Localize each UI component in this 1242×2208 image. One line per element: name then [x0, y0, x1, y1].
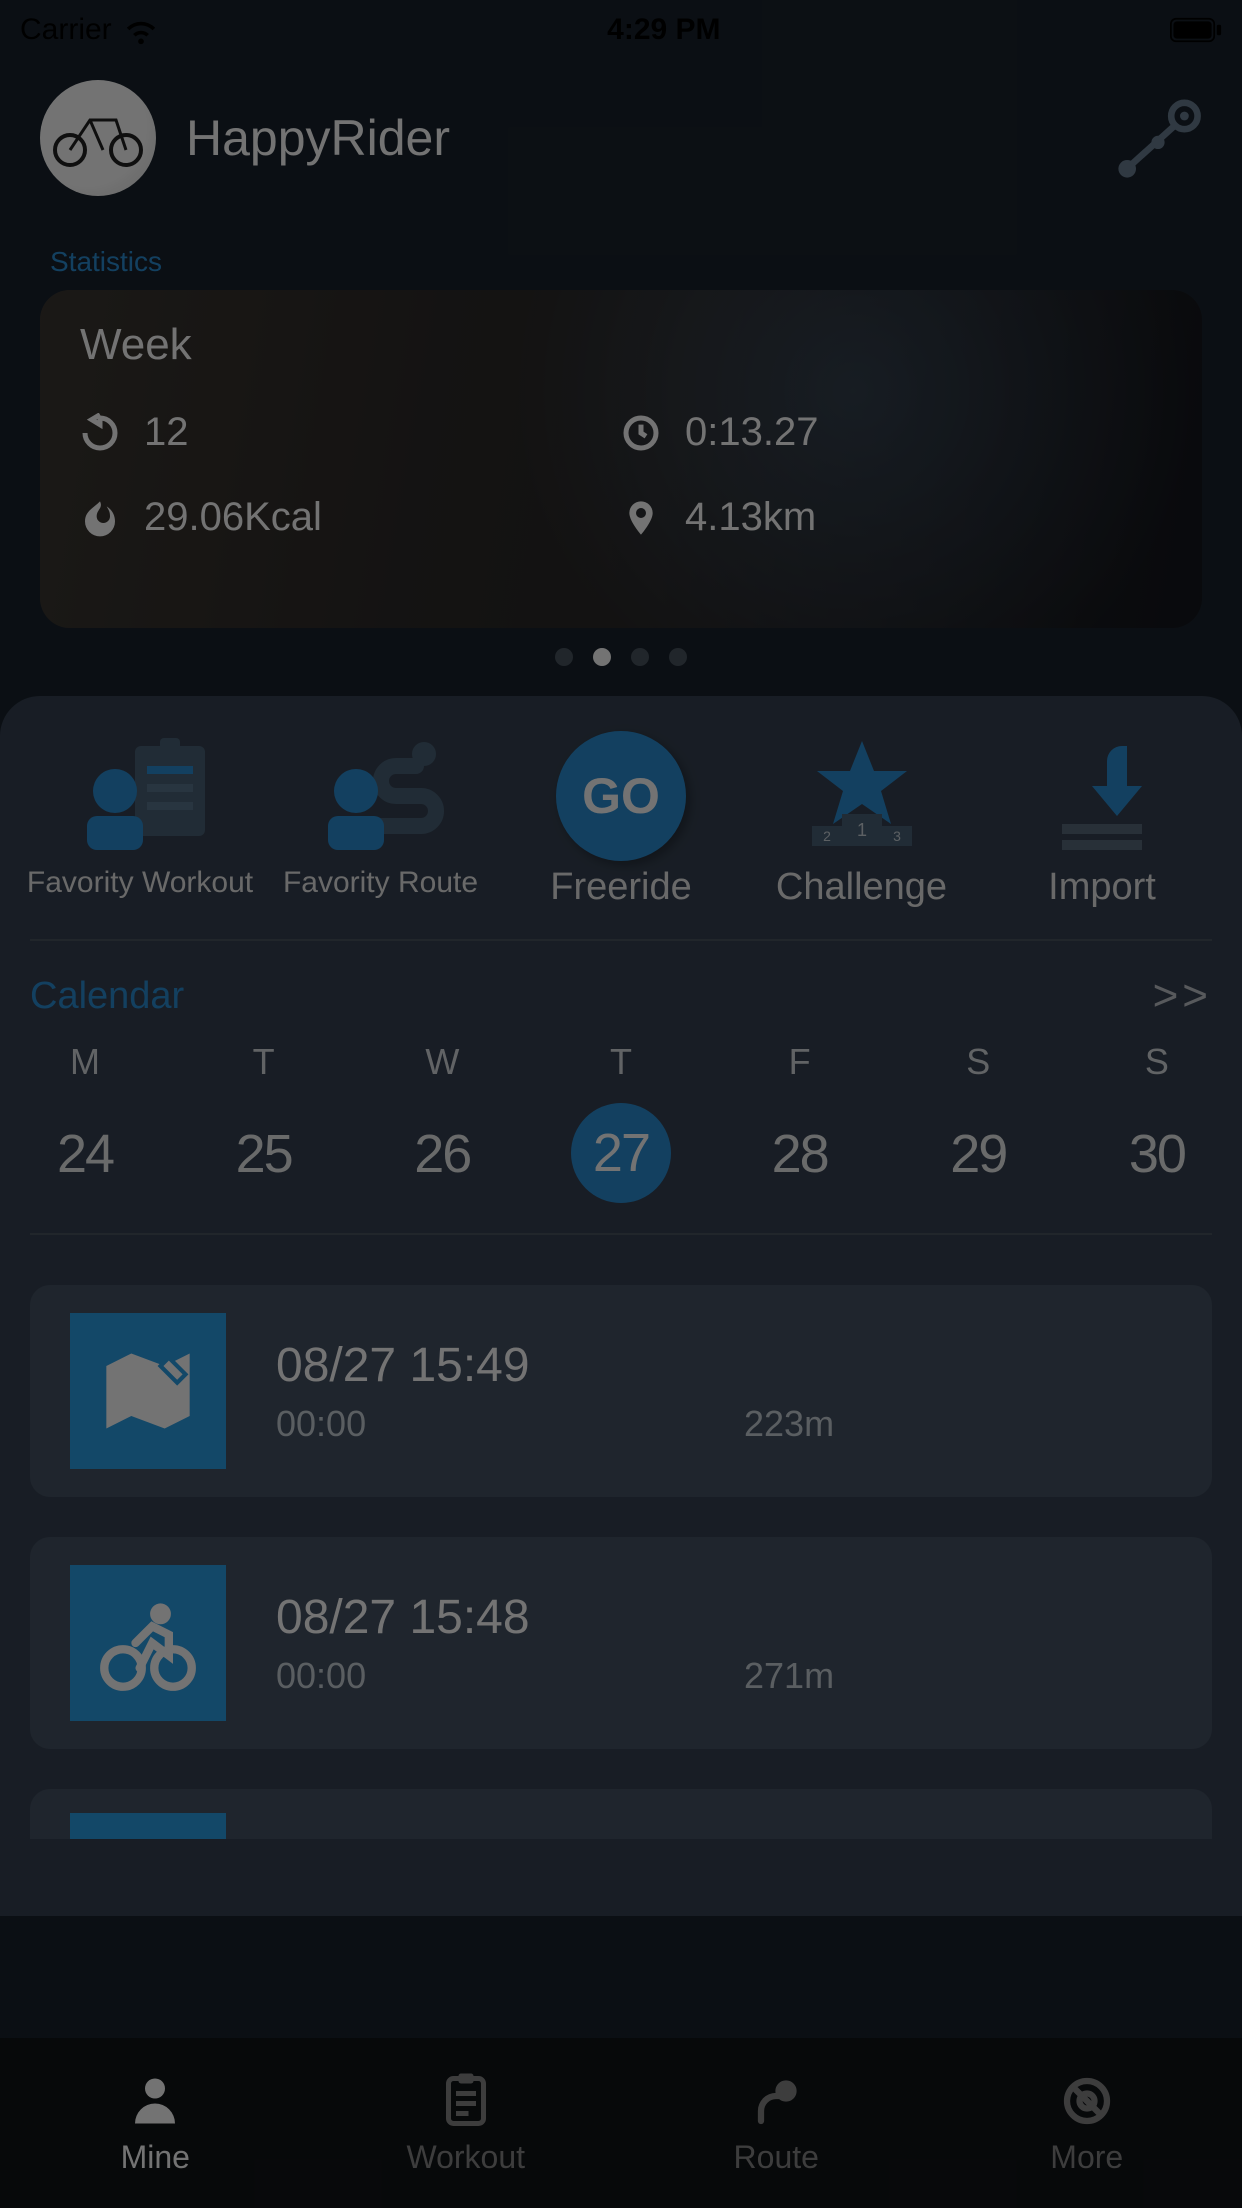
- menu-favorite-workout[interactable]: Favority Workout: [30, 726, 250, 909]
- calendar-day-selected[interactable]: T27: [566, 1041, 676, 1203]
- avatar[interactable]: [40, 80, 156, 196]
- cyclist-icon: [70, 1565, 226, 1721]
- activity-card[interactable]: 08/27 15:49 00:00 223m: [30, 1285, 1212, 1497]
- menu-favorite-route[interactable]: Favority Route: [271, 726, 491, 909]
- pin-icon: [621, 498, 661, 538]
- clock-icon: [621, 413, 661, 453]
- tab-bar: Mine Workout Route More: [0, 2038, 1242, 2208]
- connect-icon[interactable]: [1114, 94, 1202, 182]
- activity-timestamp: 08/27 15:48: [276, 1590, 1172, 1645]
- pager-dot[interactable]: [555, 648, 573, 666]
- activity-icon: [70, 1813, 226, 1839]
- activity-timestamp: 08/27 15:49: [276, 1338, 1172, 1393]
- tab-mine[interactable]: Mine: [0, 2038, 311, 2208]
- clipboard-icon: [436, 2071, 496, 2131]
- menu-row: Favority Workout Favority Route GO: [30, 726, 1212, 941]
- calendar-day[interactable]: T25: [209, 1041, 319, 1203]
- map-route-icon: [70, 1313, 226, 1469]
- stat-duration: 0:13.27: [621, 410, 1162, 455]
- activity-distance: 271m: [744, 1655, 1172, 1697]
- activity-card[interactable]: [30, 1789, 1212, 1839]
- tab-workout[interactable]: Workout: [311, 2038, 622, 2208]
- stat-count: 12: [80, 410, 621, 455]
- statistics-card[interactable]: Week 12 0:13.27 29.06Kcal 4.13km: [40, 290, 1202, 628]
- activity-duration: 00:00: [276, 1655, 704, 1697]
- menu-label: Import: [1048, 866, 1156, 909]
- menu-import[interactable]: Import: [992, 726, 1212, 909]
- stats-period: Week: [80, 320, 1162, 370]
- menu-label: Freeride: [550, 866, 692, 909]
- menu-freeride[interactable]: GO Freeride: [511, 726, 731, 909]
- activity-distance: 223m: [744, 1403, 1172, 1445]
- calendar-day[interactable]: M24: [30, 1041, 140, 1203]
- activity-duration: 00:00: [276, 1403, 704, 1445]
- menu-label: Favority Workout: [27, 866, 253, 900]
- pager-dot[interactable]: [631, 648, 649, 666]
- activity-card[interactable]: 08/27 15:48 00:00 271m: [30, 1537, 1212, 1749]
- calendar-week: M24 T25 W26 T27 F28 S29 S30: [30, 1041, 1212, 1235]
- tab-more[interactable]: More: [932, 2038, 1242, 2208]
- status-bar: Carrier 4:29 PM: [0, 0, 1242, 60]
- go-button[interactable]: GO: [556, 731, 686, 861]
- pager-dot[interactable]: [593, 648, 611, 666]
- calendar-label: Calendar: [30, 975, 184, 1018]
- calendar-expand[interactable]: >>: [1153, 971, 1212, 1021]
- menu-label: Challenge: [776, 866, 947, 909]
- route-icon: [746, 2071, 806, 2131]
- username: HappyRider: [186, 109, 1114, 167]
- svg-text:3: 3: [893, 828, 901, 844]
- stat-calories: 29.06Kcal: [80, 495, 621, 540]
- wifi-icon: [124, 13, 158, 47]
- person-icon: [125, 2071, 185, 2131]
- calendar-day[interactable]: S30: [1102, 1041, 1212, 1203]
- calendar-day[interactable]: F28: [745, 1041, 855, 1203]
- menu-label: Favority Route: [283, 866, 478, 900]
- stat-distance: 4.13km: [621, 495, 1162, 540]
- flame-icon: [80, 498, 120, 538]
- calendar-day[interactable]: S29: [923, 1041, 1033, 1203]
- activity-list: 08/27 15:49 00:00 223m 08/27 15:48 00:00…: [30, 1285, 1212, 1839]
- statistics-label: Statistics: [50, 246, 1242, 278]
- battery-icon: [1170, 17, 1222, 43]
- svg-text:1: 1: [856, 820, 866, 840]
- gear-icon: [1057, 2071, 1117, 2131]
- pager: [0, 648, 1242, 666]
- status-time: 4:29 PM: [607, 13, 720, 47]
- tab-route[interactable]: Route: [621, 2038, 932, 2208]
- main-panel: Favority Workout Favority Route GO: [0, 696, 1242, 1916]
- menu-challenge[interactable]: 1 2 3 Challenge: [752, 726, 972, 909]
- repeat-icon: [80, 413, 120, 453]
- pager-dot[interactable]: [669, 648, 687, 666]
- status-carrier: Carrier: [20, 13, 112, 47]
- calendar-day[interactable]: W26: [387, 1041, 497, 1203]
- svg-text:2: 2: [823, 828, 831, 844]
